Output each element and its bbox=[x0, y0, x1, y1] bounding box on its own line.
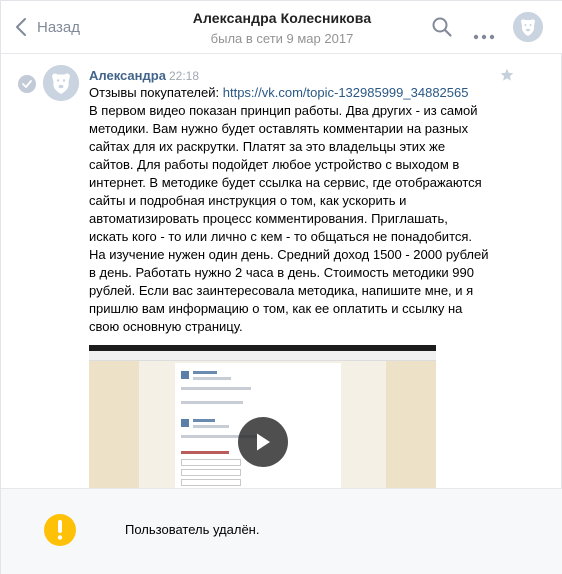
message-prefix-line: Отзывы покупателей: https://vk.com/topic… bbox=[89, 84, 489, 102]
video-preview-background-right bbox=[386, 361, 436, 488]
dialog-window: Назад Александра Колесникова была в сети… bbox=[0, 0, 562, 574]
play-icon bbox=[257, 433, 270, 451]
more-button[interactable] bbox=[473, 25, 495, 44]
video-preview-input bbox=[181, 459, 241, 466]
video-preview-background-left bbox=[89, 361, 139, 488]
peer-name: Александра Колесникова bbox=[192, 10, 372, 26]
deleted-user-notice: Пользователь удалён. bbox=[1, 488, 562, 574]
star-icon bbox=[500, 68, 514, 81]
video-preview-avatar bbox=[181, 371, 189, 379]
message-time[interactable]: 22:18 bbox=[169, 69, 199, 83]
video-preview-line bbox=[193, 371, 217, 374]
video-preview-browser-bar bbox=[89, 351, 436, 361]
deactivated-dog-avatar-icon bbox=[43, 65, 79, 101]
exclamation-icon bbox=[57, 520, 63, 540]
more-horizontal-icon bbox=[473, 34, 495, 40]
video-preview-line bbox=[193, 377, 231, 380]
search-icon bbox=[432, 17, 452, 37]
video-preview-input bbox=[181, 479, 241, 486]
message-select-checkbox[interactable] bbox=[18, 75, 36, 93]
chevron-left-icon bbox=[16, 18, 26, 36]
deactivated-dog-avatar-icon bbox=[513, 12, 543, 42]
search-button[interactable] bbox=[431, 16, 453, 42]
check-icon bbox=[22, 80, 32, 88]
important-star-button[interactable] bbox=[500, 67, 514, 86]
video-preview-line bbox=[193, 419, 215, 422]
video-preview-line bbox=[181, 451, 229, 454]
video-preview-line bbox=[181, 387, 251, 390]
peer-avatar[interactable] bbox=[513, 12, 543, 42]
back-button[interactable]: Назад bbox=[15, 15, 80, 39]
back-label: Назад bbox=[37, 18, 80, 36]
message-author[interactable]: Александра bbox=[89, 68, 166, 83]
warning-badge bbox=[44, 514, 76, 546]
message-body: Отзывы покупателей: https://vk.com/topic… bbox=[89, 84, 489, 336]
message-link[interactable]: https://vk.com/topic-132985999_34882565 bbox=[223, 85, 469, 100]
message-prefix: Отзывы покупателей: bbox=[89, 85, 223, 100]
video-attachment[interactable] bbox=[89, 345, 436, 488]
video-preview-line bbox=[181, 401, 243, 404]
video-preview-input bbox=[181, 469, 241, 476]
message-text: В первом видео показан принцип работы. Д… bbox=[89, 103, 489, 334]
deleted-user-text: Пользователь удалён. bbox=[125, 522, 260, 537]
video-preview-line bbox=[193, 425, 229, 428]
play-button[interactable] bbox=[238, 417, 288, 467]
author-avatar[interactable] bbox=[43, 65, 79, 101]
dialog-header: Назад Александра Колесникова была в сети… bbox=[1, 1, 562, 54]
video-preview-avatar bbox=[181, 419, 189, 427]
